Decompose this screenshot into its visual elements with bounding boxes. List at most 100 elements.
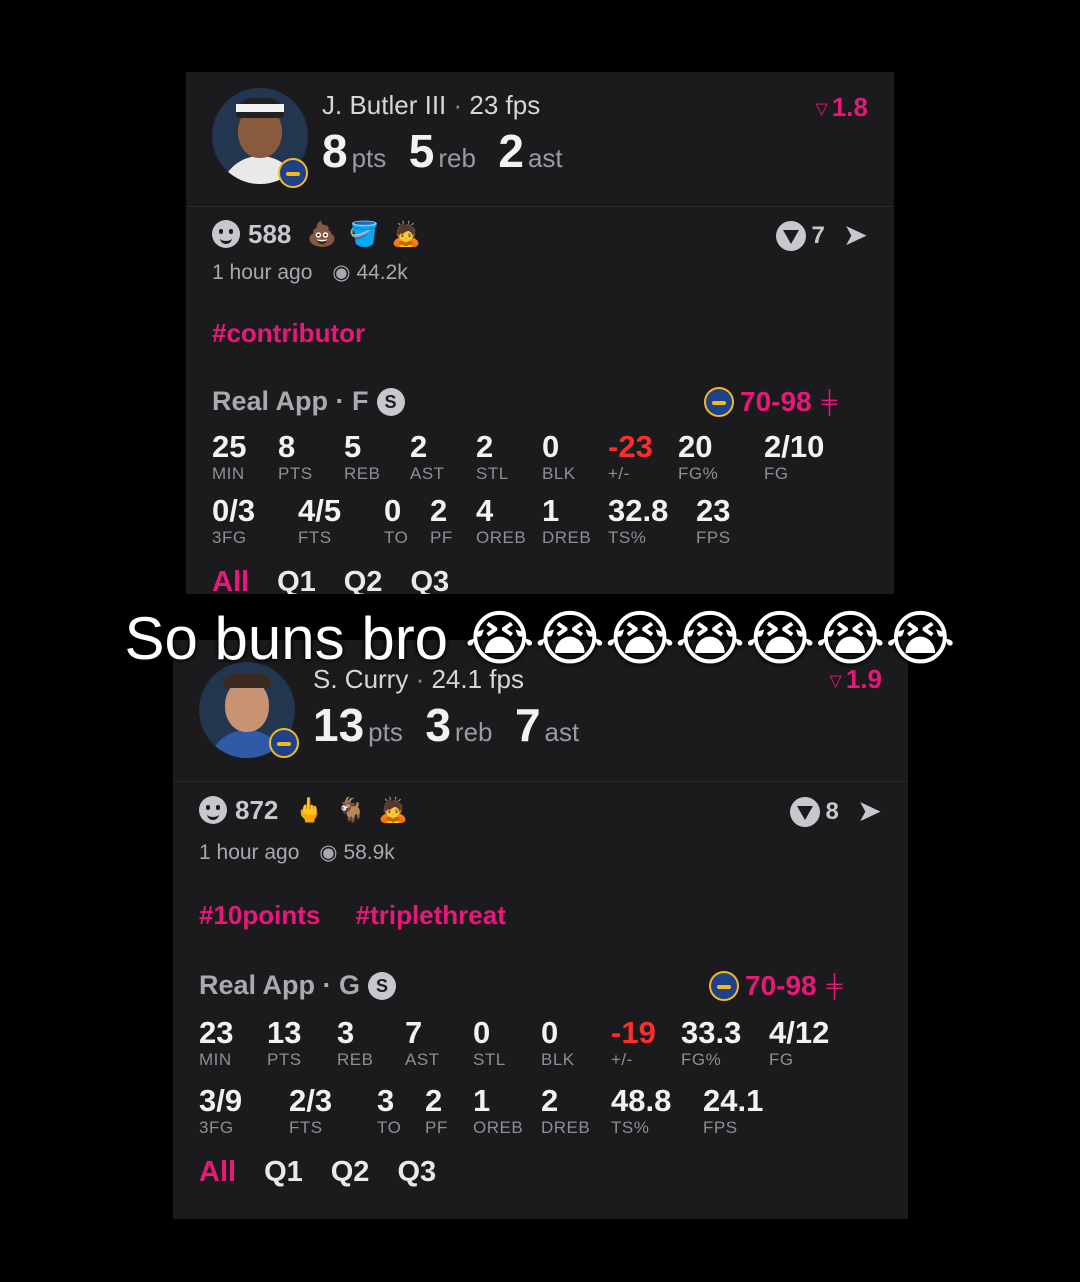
assists-unit: ast	[527, 143, 563, 173]
tab-q2[interactable]: Q2	[331, 1156, 370, 1189]
stat-cell: 3 TO	[377, 1083, 402, 1138]
reaction-count: 588	[248, 218, 292, 249]
view-count: 58.9k	[343, 841, 395, 864]
tab-q3[interactable]: Q3	[410, 566, 449, 594]
vote-icon[interactable]	[775, 220, 806, 251]
points-value: 8	[322, 125, 348, 177]
stat-cell: 3 REB	[337, 1015, 374, 1070]
tab-all[interactable]: All	[212, 566, 249, 594]
hashtags: #contributor	[212, 318, 393, 349]
tab-q3[interactable]: Q3	[397, 1156, 436, 1189]
vote-icon[interactable]	[789, 796, 820, 827]
player-card-butler[interactable]: J. Butler III · 23 fps 8 pts 5 reb 2 ast ▽ 1…	[186, 72, 894, 594]
vote-share-group: 8 ➤	[789, 794, 882, 829]
vote-count: 8	[825, 797, 839, 825]
assists-value: 2	[498, 125, 524, 177]
view-count: 44.2k	[356, 261, 408, 284]
eye-icon: ◉	[319, 841, 338, 864]
stat-cell: 2/10 FG	[764, 429, 825, 484]
reaction-bar[interactable]: 588 💩 🪣 🙇	[212, 214, 433, 254]
hashtag-link[interactable]: #10points	[199, 900, 320, 930]
tab-q1[interactable]: Q1	[277, 566, 316, 594]
send-icon[interactable]: ➤	[857, 794, 882, 829]
headline-stats: 8 pts 5 reb 2 ast	[322, 124, 581, 178]
rebounds-value: 5	[408, 125, 435, 177]
stat-cell: 0 STL	[473, 1015, 506, 1070]
game-score[interactable]: 70-98 ╪	[709, 970, 842, 1002]
down-triangle-icon: ▽	[815, 101, 828, 119]
stat-cell: 2 AST	[410, 429, 445, 484]
stat-cell: 4/5 FTS	[298, 493, 342, 548]
warriors-logo-icon	[278, 158, 308, 188]
timestamp: 1 hour ago	[199, 841, 300, 864]
app-line: Real App · G S	[199, 970, 397, 1001]
hashtag-link[interactable]: #contributor	[212, 318, 365, 348]
fps-delta: ▽ 1.8	[815, 92, 868, 122]
stat-cell: 0 TO	[384, 493, 409, 548]
tab-q1[interactable]: Q1	[264, 1156, 303, 1189]
reaction-emoji[interactable]: 🐐	[336, 796, 366, 825]
stat-cell: 0/3 3FG	[212, 493, 256, 548]
warriors-logo-icon	[709, 971, 739, 1001]
smiley-icon[interactable]	[212, 220, 240, 248]
hashtag-link[interactable]: #triplethreat	[356, 900, 506, 930]
reaction-bar[interactable]: 872 🖕 🐐 🙇	[199, 790, 420, 830]
stat-cell: 3/9 3FG	[199, 1083, 243, 1138]
down-triangle-icon: ▽	[829, 673, 842, 691]
reaction-count: 872	[235, 794, 279, 825]
stat-cell: 4 OREB	[476, 493, 527, 548]
reaction-emoji[interactable]: 💩	[307, 220, 337, 249]
app-line: Real App · F S	[212, 386, 405, 417]
stat-cell: 23 MIN	[199, 1015, 234, 1070]
stat-cell: 2 DREB	[541, 1083, 591, 1138]
player-fps: 23 fps	[469, 90, 541, 120]
stat-cell: 2 PF	[425, 1083, 448, 1138]
post-meta: 1 hour ago ◉ 58.9k	[199, 840, 395, 865]
plus-minus-cell: -23 +/-	[608, 429, 653, 484]
stat-cell: 5 REB	[344, 429, 381, 484]
stat-cell: 7 AST	[405, 1015, 440, 1070]
quarter-tabs: All Q1 Q2 Q3	[212, 566, 477, 594]
game-score[interactable]: 70-98 ╪	[704, 386, 837, 418]
timestamp: 1 hour ago	[212, 261, 313, 284]
starter-badge: S	[376, 387, 405, 416]
points-unit: pts	[368, 717, 403, 747]
eye-icon: ◉	[332, 261, 351, 284]
tab-all[interactable]: All	[199, 1156, 236, 1189]
stat-cell: 2/3 FTS	[289, 1083, 333, 1138]
rebounds-unit: reb	[454, 717, 493, 747]
quarter-tabs: All Q1 Q2 Q3	[199, 1156, 464, 1189]
post-meta: 1 hour ago ◉ 44.2k	[212, 260, 408, 285]
reaction-emoji[interactable]: 🪣	[349, 220, 379, 249]
stat-cell: 1 OREB	[473, 1083, 524, 1138]
hashtags: #10points #triplethreat	[199, 900, 534, 931]
send-icon[interactable]: ➤	[843, 218, 868, 253]
warriors-logo-icon	[269, 728, 299, 758]
stat-cell: 0 BLK	[541, 1015, 575, 1070]
points-value: 13	[313, 699, 365, 751]
rebounds-value: 3	[425, 699, 451, 751]
stat-cell: 20 FG%	[678, 429, 719, 484]
app-position-label: Real App · F	[212, 386, 369, 416]
player-name: J. Butler III	[322, 90, 447, 120]
stat-cell: 48.8 TS%	[611, 1083, 672, 1138]
player-name-line: J. Butler III · 23 fps	[322, 90, 541, 120]
tab-q2[interactable]: Q2	[344, 566, 383, 594]
player-card-curry[interactable]: S. Curry · 24.1 fps 13 pts 3 reb 7 ast ▽ 1.9…	[173, 640, 908, 1219]
player-header[interactable]: J. Butler III · 23 fps 8 pts 5 reb 2 ast ▽ 1…	[186, 72, 894, 207]
reaction-emoji[interactable]: 🙇	[391, 220, 421, 249]
rebounds-unit: reb	[438, 143, 476, 173]
stat-cell: 2 STL	[476, 429, 509, 484]
stat-cell: 32.8 TS%	[608, 493, 669, 548]
reaction-emoji[interactable]: 🙇	[378, 796, 408, 825]
stat-cell: 4/12 FG	[769, 1015, 830, 1070]
vote-count: 7	[811, 221, 825, 249]
reaction-emoji[interactable]: 🖕	[294, 796, 324, 825]
smiley-icon[interactable]	[199, 796, 227, 824]
stat-cell: 24.1 FPS	[703, 1083, 764, 1138]
score-value: 70-98	[740, 386, 812, 417]
plus-minus-cell: -19 +/-	[611, 1015, 656, 1070]
rockets-logo-icon: ╪	[821, 389, 838, 414]
stat-cell: 23 FPS	[696, 493, 731, 548]
stat-cell: 1 DREB	[542, 493, 592, 548]
